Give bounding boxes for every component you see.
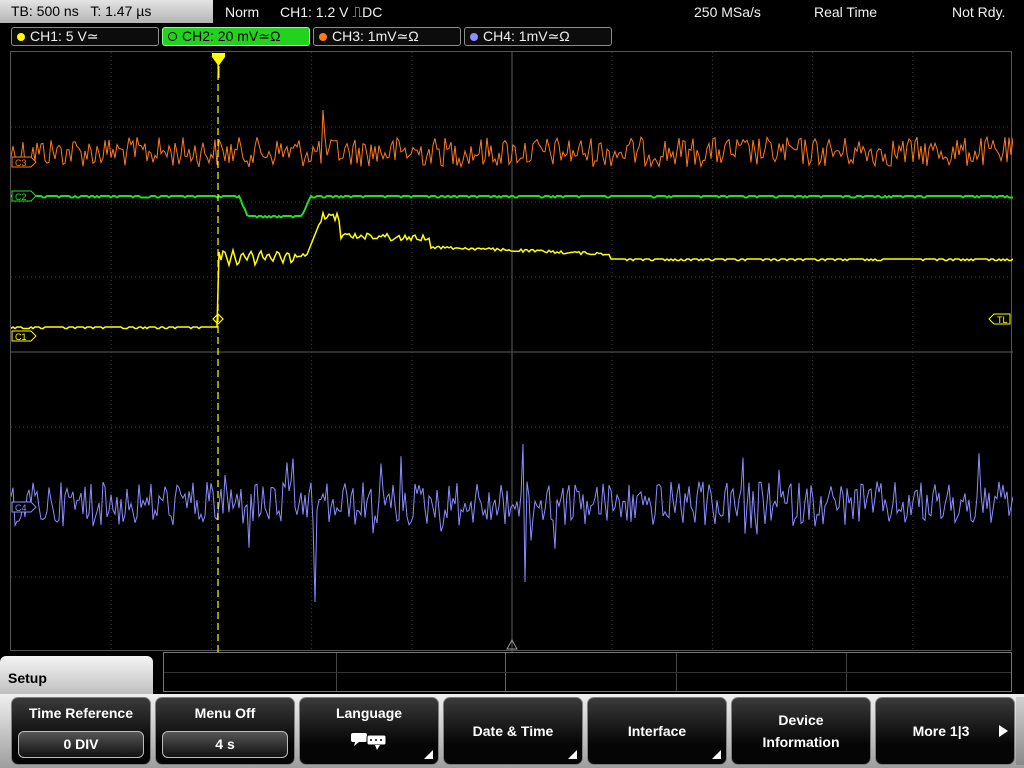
trigger-position-icon[interactable] (212, 53, 225, 78)
svg-text:C3: C3 (15, 158, 27, 168)
svg-text:C1: C1 (15, 332, 27, 342)
ch4-label: CH4: 1mV≃Ω (483, 28, 570, 44)
ch1-label: CH1: 5 V≃ (30, 28, 99, 44)
device-information-softkey[interactable]: Device Information (731, 697, 871, 765)
acquisition-status: Not Rdy. (952, 4, 1006, 20)
timebase-box[interactable]: TB: 500 ns T: 1.47 µs (0, 0, 213, 23)
trigger-time-readout: T: 1.47 µs (90, 3, 152, 19)
trigger-mode[interactable]: Norm (225, 0, 259, 24)
time-reference-softkey[interactable]: Time Reference 0 DIV (11, 697, 151, 765)
more-label: More 1|3 (912, 723, 970, 739)
ch1-color-dot-icon (17, 33, 25, 41)
ch2-offset-marker[interactable]: C2 (11, 190, 37, 202)
date-time-label: Date & Time (472, 723, 554, 739)
sample-rate: 250 MSa/s (694, 4, 761, 20)
status-bar: TB: 500 ns T: 1.47 µs Norm CH1: 1.2 V ⎍D… (0, 0, 1024, 24)
waveform-canvas: C3 C2 C1 C4 TL (11, 52, 1013, 652)
timebase-readout: TB: 500 ns (11, 3, 79, 19)
channel-tab-ch3[interactable]: CH3: 1mV≃Ω (313, 27, 461, 46)
ch4-color-dot-icon (470, 33, 478, 41)
channel-tab-ch4[interactable]: CH4: 1mV≃Ω (464, 27, 612, 46)
svg-text:C4: C4 (15, 503, 27, 513)
interface-label: Interface (627, 723, 687, 739)
language-label: Language (335, 705, 403, 721)
trigger-source[interactable]: CH1: 1.2 V ⎍DC (280, 0, 382, 24)
time-reference-value: 0 DIV (18, 731, 144, 758)
channel-tab-ch1[interactable]: CH1: 5 V≃ (11, 27, 159, 46)
submenu-corner-icon (568, 750, 577, 759)
ch1-offset-marker[interactable]: C1 (11, 330, 37, 342)
svg-text:TL: TL (997, 315, 1008, 325)
device-label: Device (778, 712, 824, 728)
more-softkey[interactable]: More 1|3 (875, 697, 1015, 765)
menu-title: Setup (0, 656, 153, 696)
trigger-level-marker[interactable]: TL (988, 313, 1011, 325)
date-time-softkey[interactable]: Date & Time (443, 697, 583, 765)
ch2-label: CH2: 20 mV≃Ω (182, 28, 281, 44)
ch3-label: CH3: 1mV≃Ω (332, 28, 419, 44)
interface-softkey[interactable]: Interface (587, 697, 727, 765)
next-page-arrow-icon (999, 725, 1008, 737)
menu-off-label: Menu Off (194, 705, 256, 721)
speech-bubble-icon (351, 733, 387, 750)
info-panel (163, 652, 1012, 692)
submenu-corner-icon (424, 750, 433, 759)
submenu-corner-icon (712, 750, 721, 759)
svg-text:C2: C2 (15, 192, 27, 202)
time-reference-label: Time Reference (28, 705, 133, 721)
ch3-color-dot-icon (319, 33, 327, 41)
acquisition-mode: Real Time (814, 4, 878, 20)
language-softkey[interactable]: Language (299, 697, 439, 765)
ch3-offset-marker[interactable]: C3 (11, 156, 37, 168)
softkey-edge (1016, 697, 1024, 765)
information-label: Information (762, 734, 840, 750)
ch2-color-dot-icon (168, 32, 177, 41)
waveform-display[interactable]: C3 C2 C1 C4 TL (10, 51, 1013, 652)
ch4-offset-marker[interactable]: C4 (11, 501, 37, 513)
graticule (11, 52, 1013, 652)
menu-off-softkey[interactable]: Menu Off 4 s (155, 697, 295, 765)
menu-off-value: 4 s (162, 731, 288, 758)
channel-tab-ch2[interactable]: CH2: 20 mV≃Ω (162, 27, 310, 46)
